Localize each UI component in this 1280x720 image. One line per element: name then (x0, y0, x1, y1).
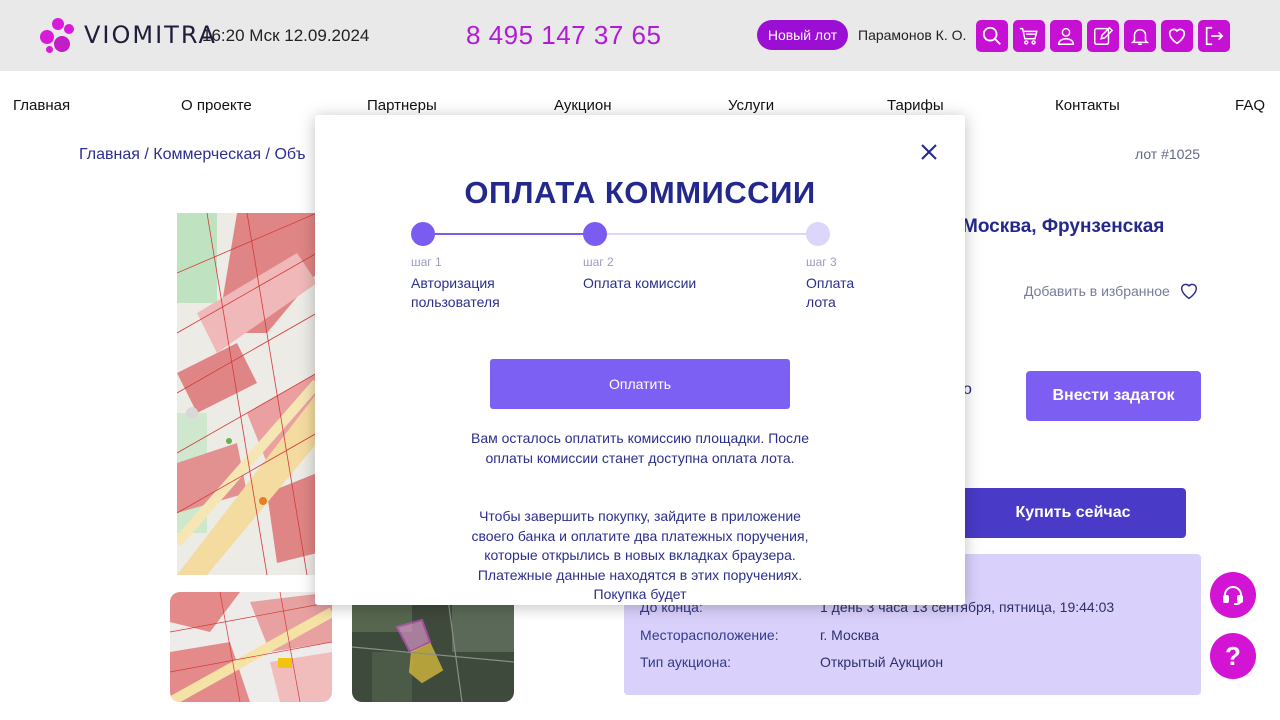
search-icon[interactable] (976, 20, 1008, 52)
logo[interactable]: VIOMITRA (40, 16, 217, 54)
breadcrumb-item-object[interactable]: Объ (274, 146, 305, 163)
step-3-label: шаг 3 (806, 255, 837, 269)
modal-title: ОПЛАТА КОММИССИИ (464, 175, 816, 210)
info-key: Тип аукциона: (640, 654, 732, 670)
current-datetime: 16:20 Мск 12.09.2024 (202, 26, 370, 45)
lot-thumbnail-2[interactable] (352, 592, 514, 702)
close-icon[interactable] (920, 143, 938, 161)
help-icon: ? (1225, 640, 1241, 671)
step-2-name: Оплата комиссии (583, 275, 697, 291)
main-nav: Главная О проекте Партнеры Аукцион Услуг… (0, 97, 1280, 117)
add-to-favorites[interactable]: Добавить в избранное (1024, 280, 1200, 302)
headset-icon (1223, 586, 1243, 605)
deposit-button[interactable]: Внести задаток (1026, 371, 1201, 421)
breadcrumb-separator: / (265, 146, 270, 163)
commission-payment-modal: ОПЛАТА КОММИССИИ шаг 1 шаг 2 шаг 3 Автор… (315, 115, 965, 605)
step-3-dot (806, 222, 830, 246)
lot-main-image[interactable] (177, 213, 317, 575)
nav-item-auction[interactable]: Аукцион (554, 97, 612, 114)
help-button[interactable]: ? (1210, 633, 1256, 679)
satellite-thumbnail-image (352, 592, 514, 702)
step-2-label: шаг 2 (583, 255, 614, 269)
info-value: Открытый Аукцион (820, 654, 944, 670)
logo-mark-icon (40, 16, 76, 54)
logo-text: VIOMITRA (84, 21, 217, 49)
edit-icon[interactable] (1087, 20, 1119, 52)
buy-now-button[interactable]: Купить сейчас (960, 488, 1186, 538)
nav-item-faq[interactable]: FAQ (1235, 97, 1265, 114)
modal-info-text: Вам осталось оплатить комиссию площадки.… (470, 430, 810, 466)
nav-item-contacts[interactable]: Контакты (1055, 97, 1120, 114)
breadcrumb-item-home[interactable]: Главная (79, 146, 140, 163)
step-1-dot (411, 222, 435, 246)
step-1-name: Авторизация пользователя (411, 275, 500, 310)
breadcrumb-separator: / (144, 146, 149, 163)
top-header: VIOMITRA 16:20 Мск 12.09.2024 8 495 147 … (0, 0, 1280, 71)
nav-item-partners[interactable]: Партнеры (367, 97, 437, 114)
map-thumbnail-image (170, 592, 332, 702)
step-2-dot (583, 222, 607, 246)
info-value: г. Москва (820, 627, 879, 643)
new-lot-button[interactable]: Новый лот (757, 20, 848, 50)
heart-outline-icon[interactable] (1178, 280, 1200, 302)
nav-item-home[interactable]: Главная (13, 97, 70, 114)
header-icon-bar (976, 20, 1230, 52)
add-to-favorites-label: Добавить в избранное (1024, 283, 1170, 299)
heart-icon[interactable] (1161, 20, 1193, 52)
logout-icon[interactable] (1198, 20, 1230, 52)
nav-item-services[interactable]: Услуги (728, 97, 774, 114)
user-icon[interactable] (1050, 20, 1082, 52)
breadcrumb-item-commercial[interactable]: Коммерческая (153, 146, 261, 163)
breadcrumb: Главная / Коммерческая / Объ (79, 146, 306, 164)
pay-commission-button[interactable]: Оплатить (490, 359, 790, 409)
lot-thumbnail-1[interactable] (170, 592, 332, 702)
nav-item-tariffs[interactable]: Тарифы (887, 97, 944, 114)
info-key: Месторасположение: (640, 627, 779, 643)
step-3-name: Оплата лота (806, 275, 855, 310)
nav-item-about[interactable]: О проекте (181, 97, 252, 114)
step-connector-done (423, 233, 595, 235)
modal-instructions-text: Чтобы завершить покупку, зайдите в прило… (471, 508, 809, 602)
step-connector-pending (607, 233, 818, 235)
support-chat-button[interactable] (1210, 572, 1256, 618)
cart-icon[interactable] (1013, 20, 1045, 52)
contact-phone[interactable]: 8 495 147 37 65 (466, 20, 661, 51)
lot-title: Москва, Фрунзенская (962, 216, 1165, 237)
step-1-label: шаг 1 (411, 255, 442, 269)
lot-number: лот #1025 (1135, 146, 1201, 162)
user-name[interactable]: Парамонов К. О. (858, 27, 966, 43)
bell-icon[interactable] (1124, 20, 1156, 52)
cadastral-map-image (177, 213, 317, 575)
